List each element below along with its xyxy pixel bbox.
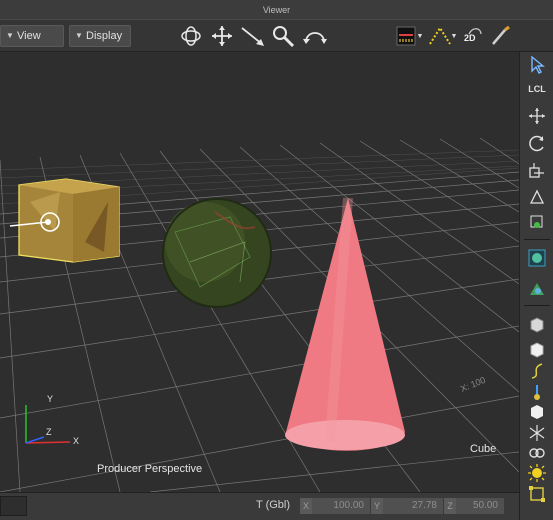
axis-gizmo: Y X Z [25,394,79,446]
axis-x-label: X [73,436,79,446]
toolbar-divider [524,239,550,240]
move-icon[interactable] [524,106,550,126]
selection-label: Cube [470,443,497,455]
wire-cube-icon[interactable] [524,339,550,359]
link-icon[interactable] [524,443,550,463]
status-bar: T (Gbl) X 100.00 Y 27.78 Z 50.00 [0,492,519,520]
pan-icon[interactable] [209,24,235,48]
chevron-down-icon[interactable]: ▼ [450,24,458,48]
side-toolbar: LCL [519,52,553,520]
viewer-toolbar: ▼ View ▼ Display ▼ ▼ 2D [0,20,553,52]
status-input[interactable] [0,496,27,516]
view-menu-label: View [17,30,41,42]
transform-mode-label[interactable]: T (Gbl) [256,499,290,511]
scene-canvas: Y X Z X: 100 [0,137,519,492]
light-icon[interactable] [524,463,550,483]
z-axis-tag: Z [444,498,456,514]
z-value-field[interactable]: 50.00 [456,498,504,514]
select-arrow-icon[interactable] [524,55,550,75]
dolly-icon[interactable] [240,24,266,48]
solid-cube-icon[interactable] [524,314,550,334]
2d-icon[interactable]: 2D [460,24,486,48]
window-title: Viewer [262,5,291,15]
x-value-field[interactable]: 100.00 [312,498,370,514]
axis-y-label: Y [47,394,53,404]
axes-icon[interactable] [524,423,550,443]
frame-icon[interactable] [524,484,550,504]
pivot-icon[interactable] [524,212,550,232]
display-menu-label: Display [86,30,123,42]
grid-scale-label: X: 100 [459,375,487,394]
chevron-down-icon[interactable]: ▼ [416,24,424,48]
path-icon[interactable] [524,361,550,381]
handle-icon[interactable] [524,187,550,207]
chevron-down-icon: ▼ [75,31,83,40]
toolbar-divider [524,305,550,306]
paint-icon[interactable] [524,382,550,402]
cone-object[interactable] [285,197,405,451]
visibility-icon[interactable] [524,248,550,268]
display-menu-button[interactable]: ▼ Display [69,25,131,47]
chevron-down-icon: ▼ [6,31,14,40]
axis-z-label: Z [46,427,52,437]
zoom-icon[interactable] [270,24,296,48]
scale-icon[interactable] [524,160,550,180]
3d-viewport[interactable]: Y X Z X: 100 Producer Perspective Cube [0,52,519,492]
y-axis-tag: Y [371,498,383,514]
orbit-icon[interactable] [178,24,204,48]
undo-view-icon[interactable] [302,24,328,48]
view-menu-button[interactable]: ▼ View [0,25,64,47]
hexagon-icon[interactable] [524,402,550,422]
local-label: LCL [528,84,546,94]
cube-object[interactable] [9,178,120,263]
sphere-object[interactable] [162,198,272,308]
local-icon[interactable]: LCL [524,79,550,99]
y-value-field[interactable]: 27.78 [383,498,443,514]
brush-icon[interactable] [488,24,514,48]
x-axis-tag: X [300,498,312,514]
viewer-title-bar: Viewer [0,0,553,20]
2d-label: 2D [464,33,476,43]
rotate-icon[interactable] [524,133,550,153]
camera-label[interactable]: Producer Perspective [97,463,202,475]
ghost-icon[interactable] [524,279,550,299]
